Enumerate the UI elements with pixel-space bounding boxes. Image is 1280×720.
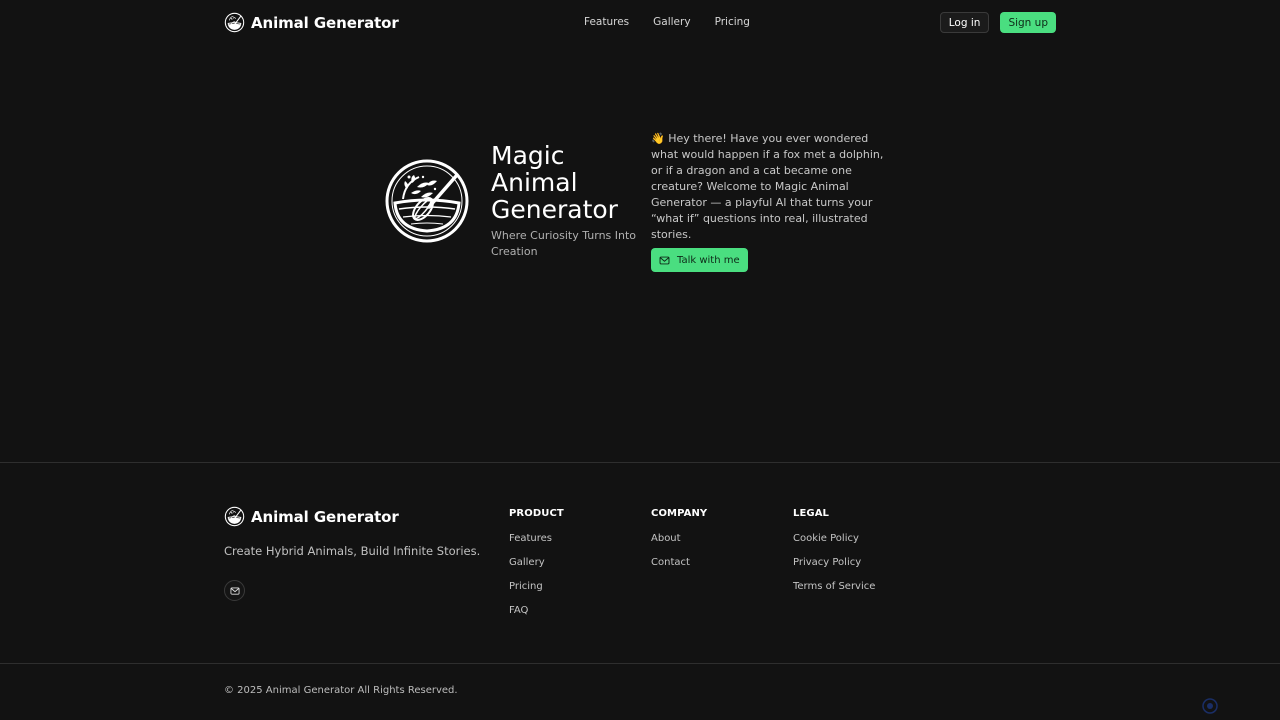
footer-link-features[interactable]: Features: [509, 533, 564, 557]
footer-link-contact[interactable]: Contact: [651, 557, 707, 581]
magic-bowl-whisk-icon: [224, 506, 245, 527]
magic-bowl-whisk-icon: [224, 12, 245, 33]
hero-title-line: Animal: [491, 168, 578, 197]
footer-brand-link[interactable]: Animal Generator: [224, 506, 399, 527]
footer-column-company: COMPANY About Contact: [651, 508, 707, 581]
footer-link-terms-of-service[interactable]: Terms of Service: [793, 581, 875, 605]
nav-link-gallery[interactable]: Gallery: [653, 16, 690, 28]
page: Animal Generator Features Gallery Pricin…: [0, 0, 1280, 720]
footer-mail-button[interactable]: [224, 580, 245, 601]
footer-tagline: Create Hybrid Animals, Build Infinite St…: [224, 544, 481, 558]
magic-bowl-whisk-icon: [385, 159, 469, 243]
top-nav: Animal Generator Features Gallery Pricin…: [224, 0, 1056, 45]
floating-widget-icon[interactable]: [1202, 698, 1218, 714]
signup-button[interactable]: Sign up: [1000, 12, 1056, 33]
footer-link-about[interactable]: About: [651, 533, 707, 557]
footer-divider-bottom: [0, 663, 1280, 664]
footer-heading-product: PRODUCT: [509, 508, 564, 519]
footer-column-product: PRODUCT Features Gallery Pricing FAQ: [509, 508, 564, 629]
footer-link-cookie-policy[interactable]: Cookie Policy: [793, 533, 875, 557]
footer-column-legal: LEGAL Cookie Policy Privacy Policy Terms…: [793, 508, 875, 605]
brand-name: Animal Generator: [251, 13, 399, 32]
footer-link-faq[interactable]: FAQ: [509, 605, 564, 629]
nav-links: Features Gallery Pricing: [584, 16, 750, 28]
copyright-text: © 2025 Animal Generator All Rights Reser…: [224, 685, 458, 696]
talk-with-me-label: Talk with me: [677, 254, 740, 266]
footer-link-privacy-policy[interactable]: Privacy Policy: [793, 557, 875, 581]
mail-icon: [230, 586, 239, 595]
hero-title-line: Magic: [491, 141, 565, 170]
nav-actions: Log in Sign up: [939, 12, 1056, 33]
hero-title: Magic Animal Generator: [491, 142, 641, 223]
footer-link-pricing[interactable]: Pricing: [509, 581, 564, 605]
hero-title-line: Generator: [491, 195, 618, 224]
footer-heading-legal: LEGAL: [793, 508, 830, 519]
footer-link-gallery[interactable]: Gallery: [509, 557, 564, 581]
login-button[interactable]: Log in: [939, 12, 990, 33]
hero-tagline: Where Curiosity Turns Into Creation: [491, 229, 637, 258]
talk-with-me-button[interactable]: Talk with me: [651, 248, 748, 272]
mail-icon: [659, 256, 670, 264]
footer-heading-company: COMPANY: [651, 508, 708, 519]
nav-link-pricing[interactable]: Pricing: [715, 16, 750, 28]
footer-brand-name: Animal Generator: [251, 507, 399, 526]
footer-divider-top: [0, 462, 1280, 463]
nav-link-features[interactable]: Features: [584, 16, 629, 28]
brand-link[interactable]: Animal Generator: [224, 12, 399, 33]
hero-intro-text: 👋 Hey there! Have you ever wondered what…: [651, 132, 884, 241]
